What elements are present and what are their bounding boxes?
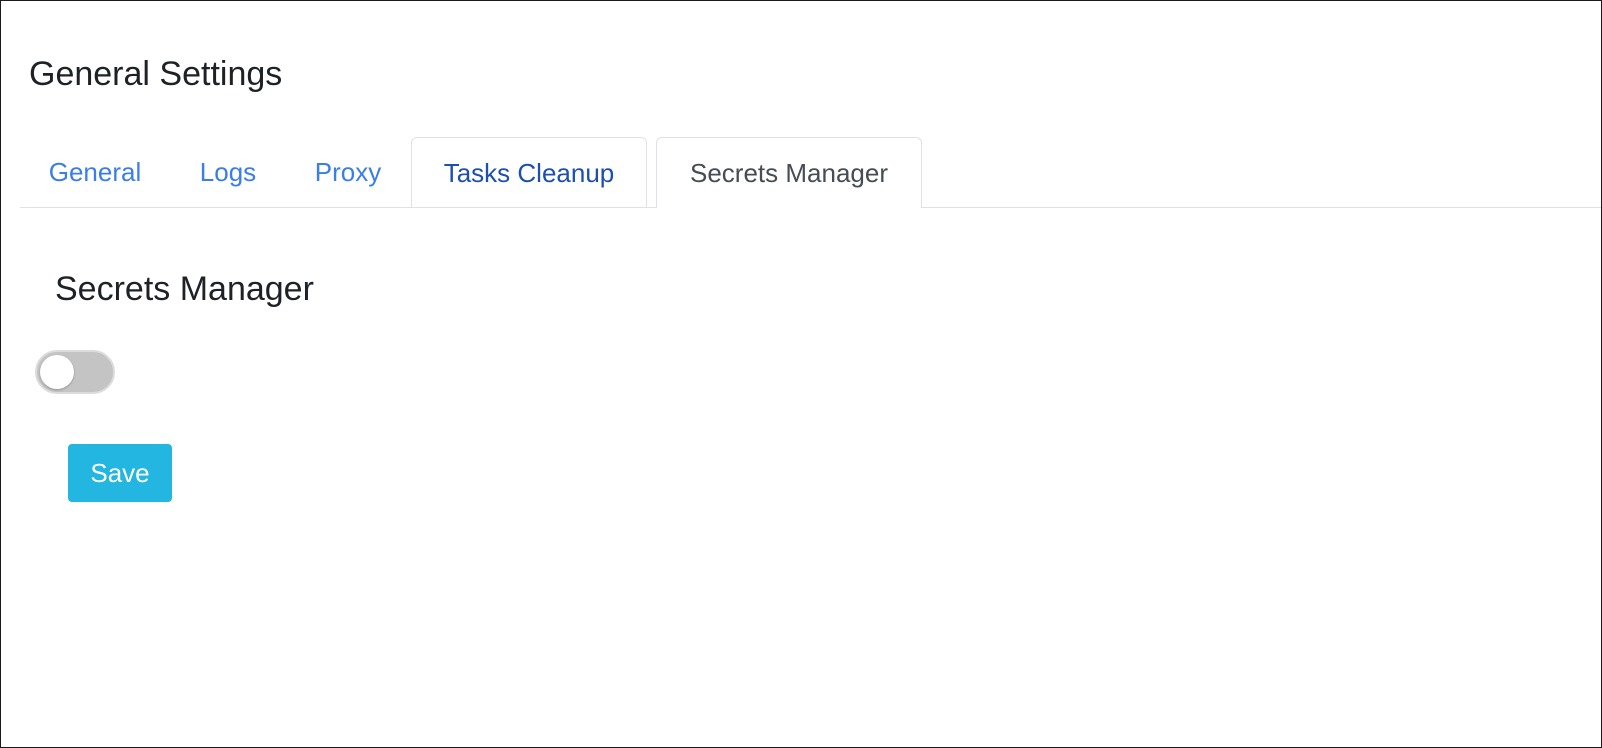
save-button[interactable]: Save <box>68 444 172 502</box>
settings-page: General Settings General Logs Proxy Task… <box>0 0 1602 748</box>
section-title: Secrets Manager <box>55 270 314 308</box>
settings-tabs: General Logs Proxy Tasks Cleanup Secrets… <box>20 137 1601 208</box>
toggle-knob <box>40 355 74 389</box>
secrets-manager-toggle[interactable] <box>35 350 115 394</box>
tab-tasks-cleanup[interactable]: Tasks Cleanup <box>411 137 647 207</box>
page-title: General Settings <box>29 55 283 93</box>
tab-secrets-manager[interactable]: Secrets Manager <box>656 137 922 208</box>
tab-logs[interactable]: Logs <box>170 137 286 207</box>
tab-general[interactable]: General <box>20 137 170 207</box>
tab-proxy[interactable]: Proxy <box>286 137 410 207</box>
